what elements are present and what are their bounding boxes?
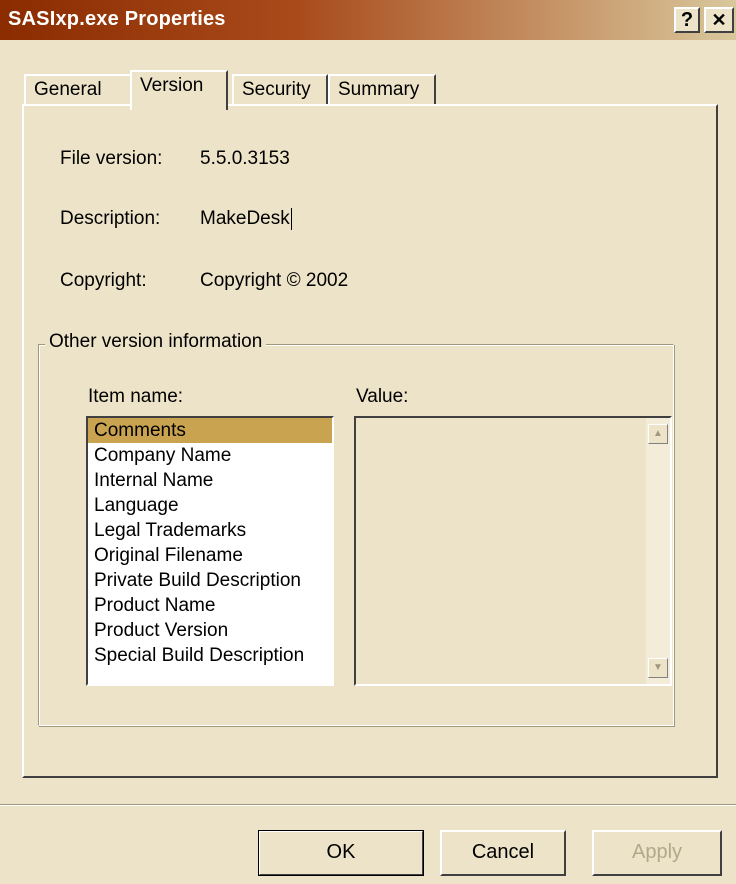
list-item-company-name[interactable]: Company Name (88, 443, 332, 468)
item-name-label: Item name: (88, 386, 184, 407)
description-text: MakeDesk (200, 208, 290, 230)
copyright-label: Copyright: (60, 270, 147, 291)
list-item-product-version[interactable]: Product Version (88, 618, 332, 643)
list-item-original-filename[interactable]: Original Filename (88, 543, 332, 568)
copyright-value: Copyright © 2002 (200, 270, 349, 291)
file-version-label: File version: (60, 148, 163, 169)
list-item-legal-trademarks[interactable]: Legal Trademarks (88, 518, 332, 543)
value-textbox[interactable]: ▲ ▼ (354, 416, 672, 686)
description-value[interactable]: MakeDesk (200, 208, 292, 230)
list-item-comments[interactable]: Comments (88, 418, 332, 443)
file-version-value: 5.5.0.3153 (200, 148, 290, 169)
value-label: Value: (356, 386, 409, 407)
scroll-up-arrow-icon[interactable]: ▲ (648, 424, 668, 444)
value-scrollbar[interactable]: ▲ ▼ (646, 418, 670, 684)
list-item-private-build[interactable]: Private Build Description (88, 568, 332, 593)
list-item-product-name[interactable]: Product Name (88, 593, 332, 618)
item-name-listbox[interactable]: Comments Company Name Internal Name Lang… (86, 416, 334, 686)
description-label: Description: (60, 208, 161, 229)
groupbox-title: Other version information (45, 331, 267, 353)
scroll-down-arrow-icon[interactable]: ▼ (648, 658, 668, 678)
text-caret (290, 208, 292, 230)
list-item-special-build[interactable]: Special Build Description (88, 643, 332, 668)
list-item-language[interactable]: Language (88, 493, 332, 518)
version-content: File version: 5.5.0.3153 Description: Ma… (0, 0, 736, 884)
list-item-internal-name[interactable]: Internal Name (88, 468, 332, 493)
